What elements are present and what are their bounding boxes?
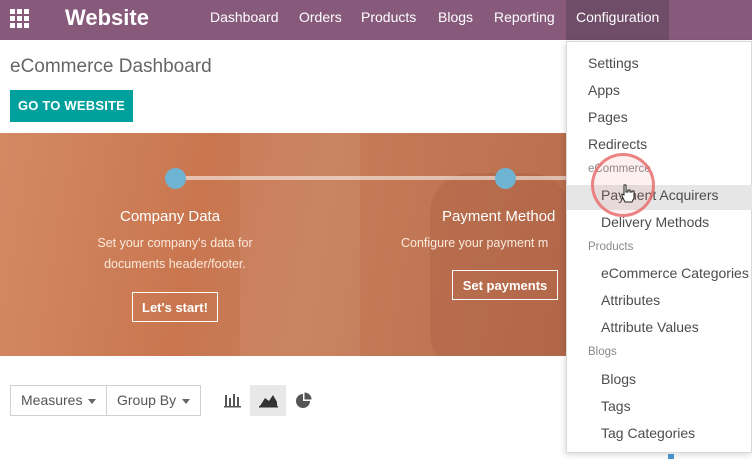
dropdown-item-tag-categories[interactable]: Tag Categories xyxy=(601,425,695,441)
menu-configuration[interactable]: Configuration xyxy=(566,0,670,40)
pie-chart-icon xyxy=(296,392,312,408)
dropdown-item-settings[interactable]: Settings xyxy=(588,55,639,71)
set-payments-button[interactable]: Set payments xyxy=(452,270,558,300)
area-chart-view-button[interactable] xyxy=(250,385,286,416)
menu-dashboard[interactable]: Dashboard xyxy=(210,0,279,40)
caret-down-icon xyxy=(88,398,97,404)
step-desc-company-data: Set your company's data for documents he… xyxy=(80,233,270,275)
bar-chart-view-button[interactable] xyxy=(214,385,250,416)
step-desc-line: documents header/footer. xyxy=(104,257,246,271)
dropdown-item-attribute-values[interactable]: Attribute Values xyxy=(601,319,699,335)
dropdown-item-apps[interactable]: Apps xyxy=(588,82,620,98)
go-to-website-button[interactable]: GO TO WEBSITE xyxy=(10,90,133,122)
bar-chart-icon xyxy=(224,394,241,408)
menu-products[interactable]: Products xyxy=(361,0,416,40)
step-desc-payment-method: Configure your payment m xyxy=(401,236,549,250)
step-title-company-data: Company Data xyxy=(120,208,221,225)
step-dot xyxy=(165,168,186,189)
menu-reporting[interactable]: Reporting xyxy=(494,0,555,40)
menu-orders[interactable]: Orders xyxy=(299,0,342,40)
measures-dropdown[interactable]: Measures xyxy=(10,385,107,416)
apps-grid-icon[interactable] xyxy=(10,9,30,29)
dropdown-item-attributes[interactable]: Attributes xyxy=(601,292,660,308)
group-by-dropdown[interactable]: Group By xyxy=(106,385,201,416)
dropdown-item-tags[interactable]: Tags xyxy=(601,398,631,414)
dropdown-section-products: Products xyxy=(588,241,634,253)
menu-blogs[interactable]: Blogs xyxy=(438,0,473,40)
top-navbar: Website Dashboard Orders Products Blogs … xyxy=(0,0,752,40)
group-by-label: Group By xyxy=(117,392,177,408)
dropdown-section-blogs: Blogs xyxy=(588,346,617,358)
step-title-payment-method: Payment Method xyxy=(442,208,556,225)
page-title: eCommerce Dashboard xyxy=(10,56,212,77)
configuration-dropdown: Settings Apps Pages Redirects eCommerce … xyxy=(566,41,752,453)
step-desc-line: Set your company's data for xyxy=(97,236,253,250)
dropdown-item-ecommerce-categories[interactable]: eCommerce Categories xyxy=(601,265,749,281)
scroll-marker xyxy=(668,454,674,459)
step-dot xyxy=(495,168,516,189)
dropdown-item-blogs[interactable]: Blogs xyxy=(601,371,636,387)
dropdown-item-redirects[interactable]: Redirects xyxy=(588,136,647,152)
lets-start-button[interactable]: Let's start! xyxy=(132,292,218,322)
banner-shade xyxy=(430,173,566,356)
app-brand[interactable]: Website xyxy=(65,5,149,31)
hand-cursor-icon xyxy=(621,184,635,203)
measures-label: Measures xyxy=(21,392,83,408)
pie-chart-view-button[interactable] xyxy=(286,385,322,416)
dropdown-item-pages[interactable]: Pages xyxy=(588,109,628,125)
area-chart-icon xyxy=(259,395,278,408)
caret-down-icon xyxy=(182,398,191,404)
